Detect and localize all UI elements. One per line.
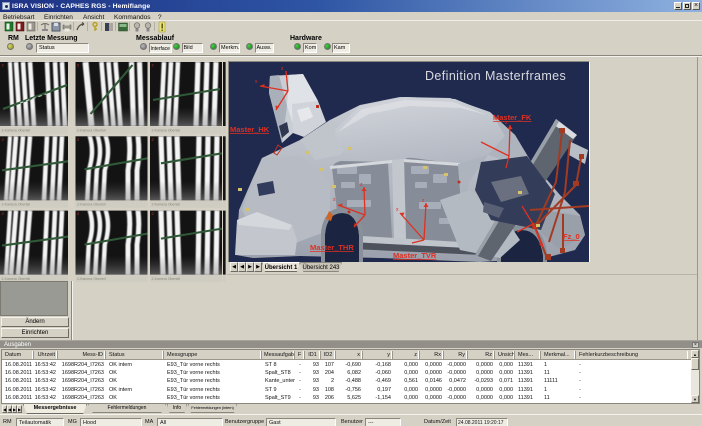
svg-text:Fz_0: Fz_0: [563, 232, 580, 241]
svg-text:2-Kamera Oberteil: 2-Kamera Oberteil: [152, 203, 181, 207]
svg-text:Master_HK: Master_HK: [230, 125, 270, 134]
svg-text:2-Kamera Oberteil: 2-Kamera Oberteil: [152, 277, 181, 281]
svg-text:2-Kamera Oberteil: 2-Kamera Oberteil: [2, 203, 31, 207]
svg-text:2-Kamera Oberteil: 2-Kamera Oberteil: [77, 203, 106, 207]
svg-text:Master_FK: Master_FK: [493, 113, 532, 122]
svg-text:2-Kamera Oberteil: 2-Kamera Oberteil: [2, 128, 31, 132]
svg-text:2-Kamera Oberteil: 2-Kamera Oberteil: [77, 277, 106, 281]
svg-text:Definition Masterframes: Definition Masterframes: [425, 69, 566, 83]
svg-text:Master_TVR: Master_TVR: [393, 251, 437, 260]
svg-text:2-Kamera Oberteil: 2-Kamera Oberteil: [152, 128, 181, 132]
svg-text:2-Kamera Oberteil: 2-Kamera Oberteil: [77, 128, 106, 132]
svg-text:Master_THR: Master_THR: [310, 243, 354, 252]
